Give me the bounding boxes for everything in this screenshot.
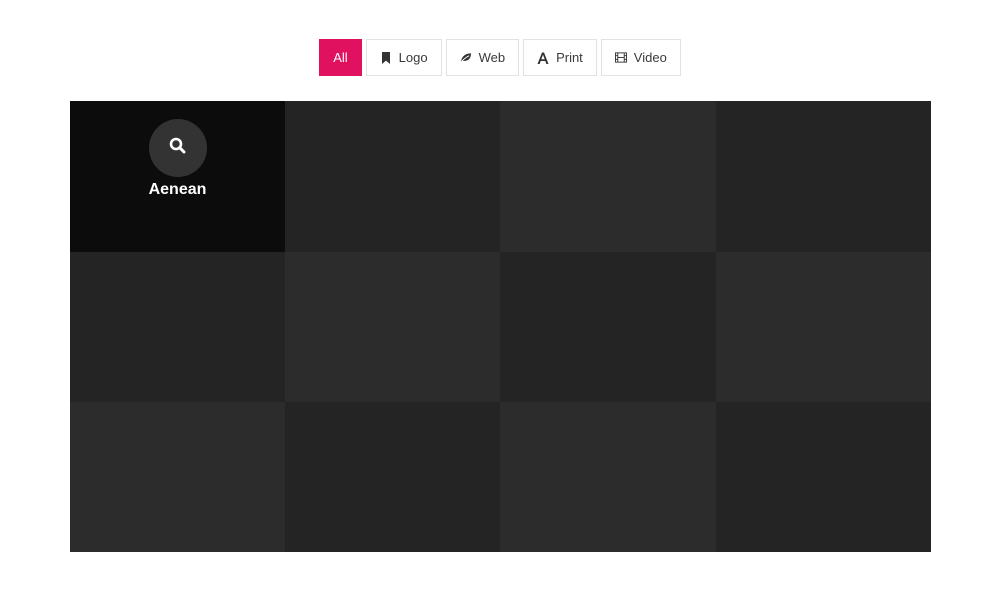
portfolio-item[interactable] bbox=[716, 101, 931, 252]
filter-video-label: Video bbox=[633, 50, 667, 65]
portfolio-item[interactable]: Aenean bbox=[70, 101, 285, 252]
portfolio-item[interactable] bbox=[500, 402, 716, 552]
search-icon bbox=[169, 137, 186, 159]
portfolio-item[interactable] bbox=[285, 402, 500, 552]
portfolio-item[interactable] bbox=[500, 252, 716, 402]
portfolio-page: All Logo Web Print Video Aenean bbox=[0, 0, 1000, 610]
portfolio-grid: Aenean bbox=[70, 101, 931, 552]
filter-web-button[interactable]: Web bbox=[445, 39, 520, 76]
portfolio-item[interactable] bbox=[716, 252, 931, 402]
filter-print-label: Print bbox=[556, 50, 583, 65]
filter-all-button[interactable]: All bbox=[319, 39, 362, 76]
portfolio-item[interactable] bbox=[500, 101, 716, 252]
filter-video-button[interactable]: Video bbox=[600, 39, 681, 76]
zoom-button[interactable] bbox=[148, 119, 207, 177]
filter-logo-button[interactable]: Logo bbox=[365, 39, 442, 76]
portfolio-item-title: Aenean bbox=[148, 181, 207, 198]
bookmark-icon bbox=[380, 51, 392, 64]
filter-all-label: All bbox=[333, 50, 348, 65]
filter-logo-label: Logo bbox=[398, 50, 428, 65]
portfolio-item[interactable] bbox=[70, 252, 285, 402]
leaf-icon bbox=[460, 52, 472, 64]
portfolio-item[interactable] bbox=[70, 402, 285, 552]
portfolio-filter-bar: All Logo Web Print Video bbox=[0, 39, 1000, 76]
portfolio-item[interactable] bbox=[285, 101, 500, 252]
film-icon bbox=[614, 52, 627, 64]
filter-print-button[interactable]: Print bbox=[523, 39, 597, 76]
font-icon bbox=[537, 52, 549, 64]
portfolio-item[interactable] bbox=[285, 252, 500, 402]
filter-web-label: Web bbox=[478, 50, 506, 65]
portfolio-item[interactable] bbox=[716, 402, 931, 552]
